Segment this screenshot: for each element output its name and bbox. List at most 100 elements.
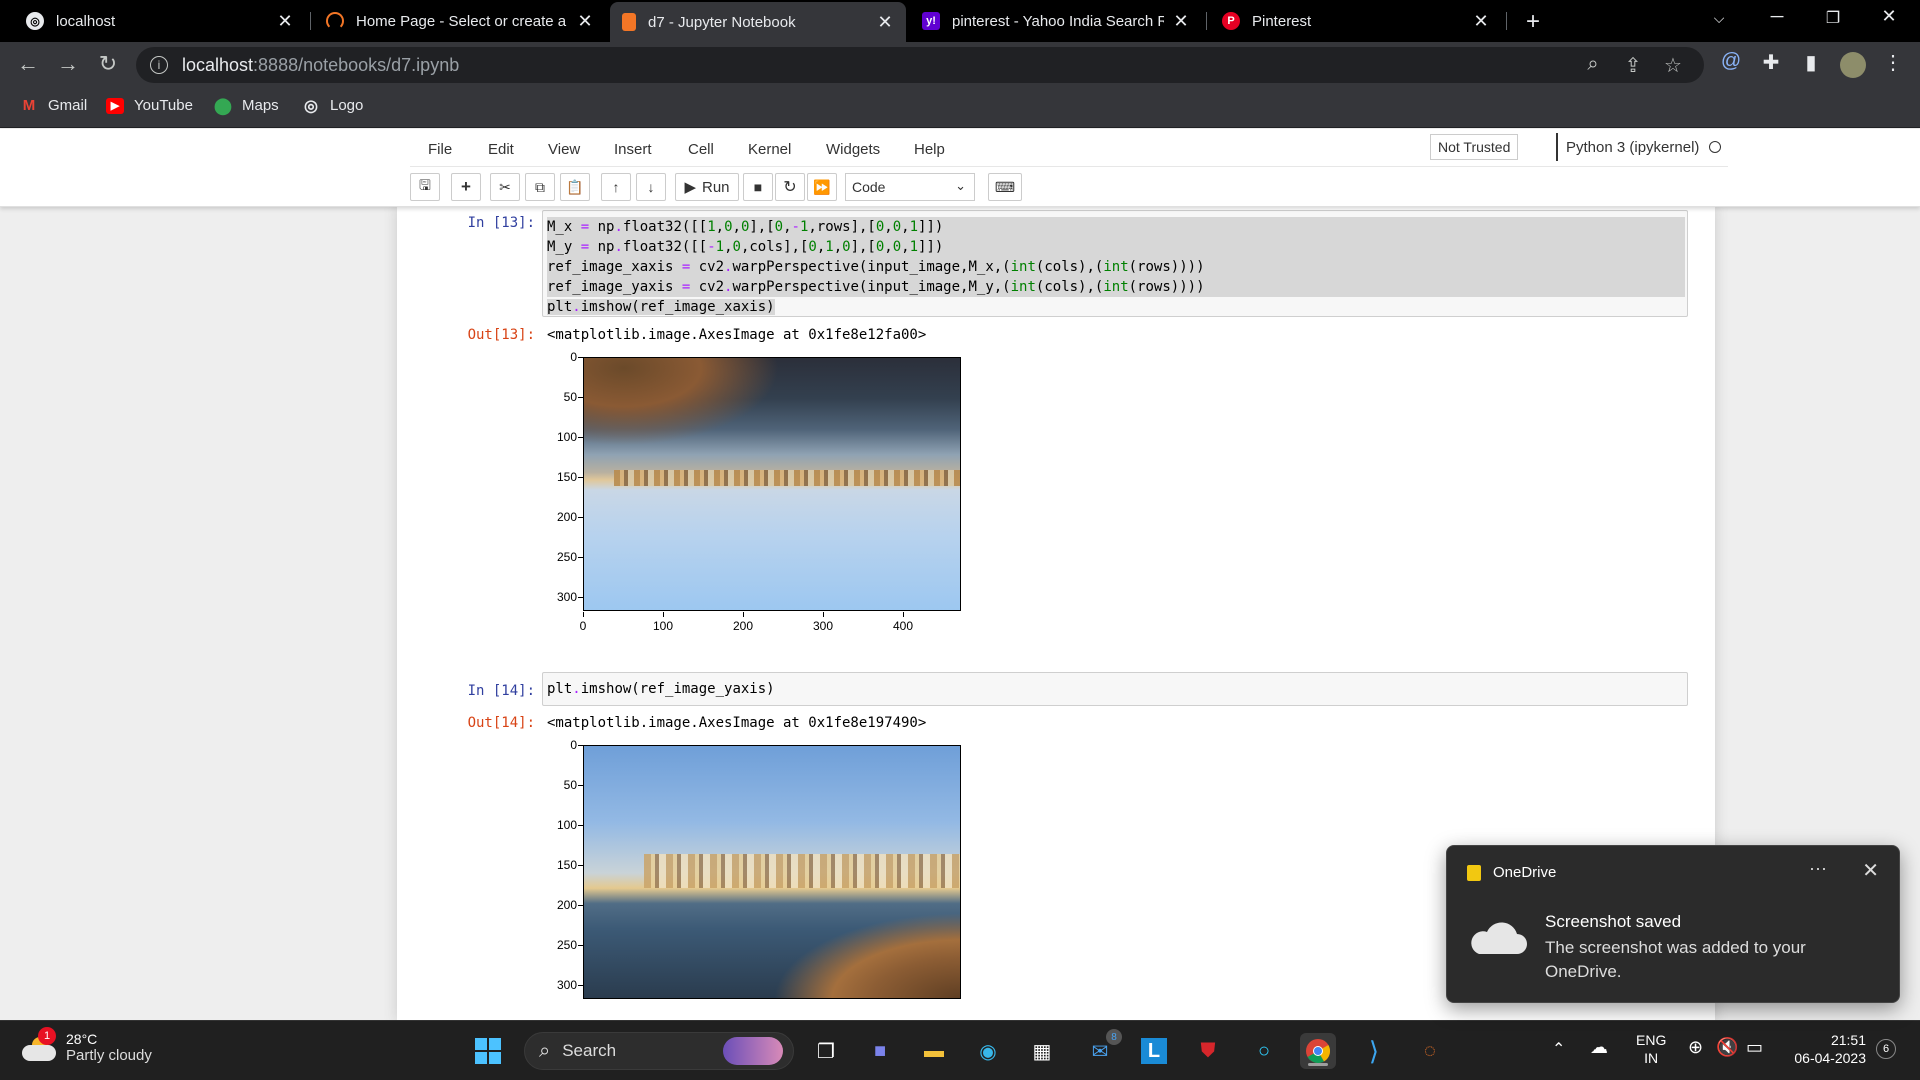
bookmark-star-icon[interactable]: ☆ — [1660, 53, 1686, 78]
menu-edit[interactable]: Edit — [488, 141, 514, 158]
zoom-icon[interactable]: ⌕ — [1580, 53, 1606, 76]
copy-button[interactable]: ⧉ — [525, 173, 555, 201]
teams-chat-button[interactable]: ■ — [862, 1033, 898, 1069]
run-button[interactable]: ▶ Run — [675, 173, 739, 201]
language-indicator[interactable]: ENG IN — [1636, 1031, 1666, 1067]
close-tab-icon[interactable]: ✕ — [276, 11, 294, 32]
clock[interactable]: 21:51 06-04-2023 — [1786, 1031, 1866, 1067]
cell-type-select[interactable]: Code ⌄ — [845, 173, 975, 201]
notification-count[interactable]: 6 — [1876, 1039, 1896, 1059]
alexa-button[interactable]: ○ — [1246, 1033, 1282, 1069]
move-down-button[interactable]: ↓ — [636, 173, 666, 201]
side-panel-icon[interactable]: ▮ — [1798, 50, 1824, 75]
close-tab-icon[interactable]: ✕ — [876, 12, 894, 33]
mcafee-button[interactable]: ⛊ — [1190, 1033, 1226, 1069]
paste-button[interactable]: 📋 — [560, 173, 590, 201]
reload-icon[interactable]: ↻ — [94, 51, 122, 77]
y-tick-mark — [578, 985, 583, 986]
weather-widget[interactable]: 1 28°C Partly cloudy — [22, 1026, 152, 1064]
tab-home-page[interactable]: Home Page - Select or create a n ✕ — [314, 4, 606, 38]
toast-close-icon[interactable]: ✕ — [1862, 858, 1879, 883]
code-line: M_x = np.float32([[1,0,0],[0,-1,rows],[0… — [547, 217, 1685, 237]
x-tick-mark — [663, 612, 664, 617]
menu-view[interactable]: View — [548, 141, 580, 158]
profile-avatar[interactable] — [1840, 52, 1866, 78]
close-tab-icon[interactable]: ✕ — [1172, 11, 1190, 32]
trust-indicator[interactable]: Not Trusted — [1430, 134, 1519, 160]
x-tick-label: 200 — [732, 619, 754, 633]
edge-button[interactable]: ◉ — [970, 1033, 1006, 1069]
menu-file[interactable]: File — [428, 141, 452, 158]
menu-insert[interactable]: Insert — [614, 141, 652, 158]
extensions-puzzle-icon[interactable]: ✚ — [1758, 50, 1784, 75]
plot-ref-image-yaxis: 0 50 100 150 200 250 300 — [547, 738, 961, 1020]
arrow-up-icon: ↑ — [612, 179, 620, 195]
chrome-button[interactable] — [1300, 1033, 1336, 1069]
battery-icon[interactable]: ▭ — [1746, 1037, 1763, 1058]
mail-count-badge: 8 — [1106, 1029, 1122, 1045]
app-l-button[interactable]: L — [1136, 1033, 1172, 1069]
menu-cell[interactable]: Cell — [688, 141, 714, 158]
jupyter-menubar: File Edit View Insert Cell Kernel Widget… — [410, 133, 1728, 167]
jupyter-app-button[interactable]: ◌ — [1412, 1033, 1448, 1069]
bookmark-gmail[interactable]: M Gmail — [20, 97, 87, 114]
windows-taskbar: 1 28°C Partly cloudy ⌕ Search ❐ ■ ▬ ◉ ▦ … — [0, 1020, 1920, 1080]
forward-icon[interactable]: → — [54, 51, 82, 77]
save-button[interactable]: 🖫 — [410, 173, 440, 201]
address-bar[interactable]: i localhost:8888/notebooks/d7.ipynb ⌕ ⇪ … — [136, 47, 1704, 83]
onedrive-tray-icon[interactable]: ☁ — [1590, 1037, 1608, 1058]
code-cell-13[interactable]: M_x = np.float32([[1,0,0],[0,-1,rows],[0… — [542, 210, 1688, 317]
menu-kernel[interactable]: Kernel — [748, 141, 791, 158]
insert-cell-button[interactable]: + — [451, 173, 481, 201]
menu-widgets[interactable]: Widgets — [826, 141, 880, 158]
x-tick-label: 100 — [652, 619, 674, 633]
y-tick-label: 200 — [556, 898, 577, 912]
cut-button[interactable]: ✂ — [490, 173, 520, 201]
kernel-indicator: Python 3 (ipykernel) — [1556, 133, 1729, 161]
vscode-button[interactable]: ⟩ — [1356, 1033, 1392, 1069]
tab-pinterest[interactable]: P Pinterest ✕ — [1210, 4, 1502, 38]
tray-overflow-icon[interactable]: ⌃ — [1552, 1039, 1565, 1059]
minimize-icon[interactable]: ─ — [1762, 6, 1792, 27]
mail-button[interactable]: ✉ 8 — [1082, 1029, 1122, 1069]
close-tab-icon[interactable]: ✕ — [1472, 11, 1490, 32]
toast-more-icon[interactable]: ··· — [1809, 858, 1827, 879]
store-icon: ▦ — [1032, 1040, 1052, 1063]
active-indicator — [1308, 1063, 1328, 1066]
code-cell-14[interactable]: plt.imshow(ref_image_yaxis) — [542, 672, 1688, 706]
extension-icon[interactable]: @ — [1718, 50, 1744, 73]
start-button[interactable] — [470, 1033, 506, 1069]
tab-d7-notebook[interactable]: d7 - Jupyter Notebook ✕ — [610, 2, 906, 42]
tab-search-icon[interactable]: ⌵ — [1704, 10, 1734, 27]
new-tab-button[interactable]: + — [1520, 8, 1546, 36]
network-icon[interactable]: ⊕ — [1688, 1037, 1703, 1058]
tab-localhost[interactable]: ◎ localhost ✕ — [14, 4, 306, 38]
restart-button[interactable]: ↻ — [775, 173, 805, 201]
site-info-icon[interactable]: i — [150, 56, 168, 74]
menu-kebab-icon[interactable]: ⋮ — [1880, 50, 1906, 75]
maps-pin-icon: ⬤ — [214, 97, 232, 115]
y-tick-mark — [578, 357, 583, 358]
task-view-button[interactable]: ❐ — [808, 1033, 844, 1069]
back-icon[interactable]: ← — [14, 51, 42, 77]
taskbar-search[interactable]: ⌕ Search — [524, 1032, 794, 1070]
volume-muted-icon[interactable]: 🔇 — [1716, 1037, 1738, 1058]
restore-icon[interactable]: ❐ — [1818, 8, 1848, 28]
window-close-icon[interactable]: ✕ — [1874, 6, 1904, 27]
store-button[interactable]: ▦ — [1024, 1033, 1060, 1069]
bookmark-logo[interactable]: ◎ Logo — [302, 97, 363, 115]
close-tab-icon[interactable]: ✕ — [576, 11, 594, 32]
tab-separator — [1206, 12, 1207, 30]
y-tick-label: 50 — [563, 390, 577, 404]
restart-run-all-button[interactable]: ⏩ — [807, 173, 837, 201]
tab-yahoo-search[interactable]: y! pinterest - Yahoo India Search Re ✕ — [910, 4, 1202, 38]
bookmark-maps[interactable]: ⬤ Maps — [214, 97, 279, 115]
bookmark-youtube[interactable]: ▶ YouTube — [106, 97, 193, 114]
command-palette-button[interactable]: ⌨ — [988, 173, 1022, 201]
share-icon[interactable]: ⇪ — [1620, 53, 1646, 78]
y-tick-mark — [578, 557, 583, 558]
move-up-button[interactable]: ↑ — [601, 173, 631, 201]
file-explorer-button[interactable]: ▬ — [916, 1033, 952, 1069]
menu-help[interactable]: Help — [914, 141, 945, 158]
interrupt-button[interactable]: ■ — [743, 173, 773, 201]
